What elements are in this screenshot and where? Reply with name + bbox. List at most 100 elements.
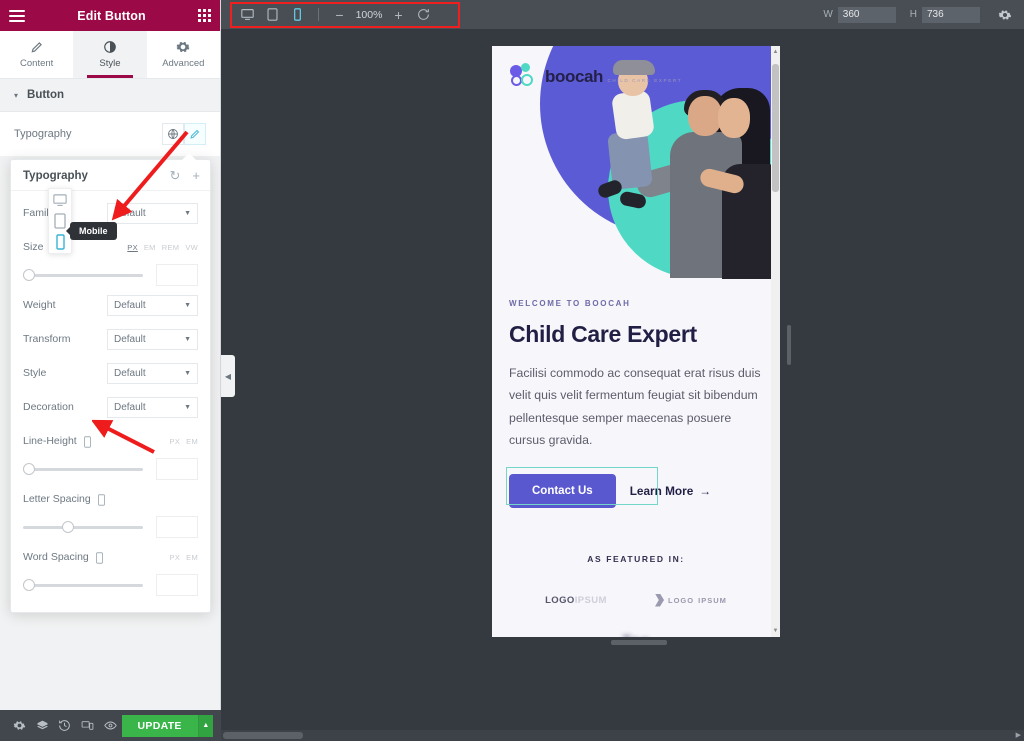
- mobile-icon[interactable]: [53, 234, 67, 250]
- mobile-icon[interactable]: [285, 0, 310, 29]
- chevron-down-icon: ▾: [14, 90, 19, 100]
- tab-advanced[interactable]: Advanced: [146, 31, 220, 78]
- logo-1-fade: IPSUM: [574, 594, 607, 606]
- letter-spacing-number-input[interactable]: [156, 516, 198, 538]
- font-family-value: Default: [114, 207, 146, 219]
- scrollbar-thumb[interactable]: [772, 64, 779, 192]
- preview-scrollbar[interactable]: ▲ ▼: [771, 46, 780, 637]
- size-slider[interactable]: [23, 267, 143, 283]
- desktop-icon[interactable]: [235, 0, 260, 29]
- word-spacing-slider[interactable]: [23, 577, 143, 593]
- scroll-up-arrow-icon[interactable]: ▲: [772, 48, 779, 56]
- viewport-width-resize-handle[interactable]: [787, 325, 791, 365]
- unit-px[interactable]: PX: [127, 243, 138, 252]
- hamburger-menu-icon[interactable]: [9, 9, 25, 22]
- typo-size-label: Size: [23, 241, 44, 253]
- height-label: H: [909, 9, 917, 20]
- plus-icon[interactable]: +: [192, 169, 200, 182]
- typo-row-word-spacing: Word Spacing PX EM: [23, 542, 198, 572]
- slider-knob[interactable]: [23, 579, 35, 591]
- width-input[interactable]: [837, 6, 896, 23]
- font-family-select[interactable]: Default ▼: [107, 202, 198, 224]
- eyebrow-text: WELCOME TO BOOCAH: [509, 299, 631, 308]
- typography-edit-pencil-icon[interactable]: [184, 123, 206, 145]
- word-spacing-number-input[interactable]: [156, 574, 198, 596]
- globe-icon[interactable]: [162, 123, 184, 145]
- unit-px[interactable]: PX: [170, 553, 181, 562]
- scrollbar-thumb[interactable]: [223, 732, 303, 739]
- unit-rem[interactable]: REM: [162, 243, 180, 252]
- device-selector-dropdown: [48, 188, 72, 254]
- viewport-height-resize-handle[interactable]: [611, 640, 667, 645]
- unit-em[interactable]: EM: [186, 437, 198, 446]
- tablet-icon[interactable]: [260, 0, 285, 29]
- line-height-number-input[interactable]: [156, 458, 198, 480]
- unit-em[interactable]: EM: [144, 243, 156, 252]
- typography-popover-header: Typography ↻ +: [11, 160, 210, 191]
- device-preview-switcher: − 100% +: [221, 0, 436, 29]
- typo-word-spacing-label: Word Spacing: [23, 551, 104, 564]
- line-height-slider[interactable]: [23, 461, 143, 477]
- as-featured-label: AS FEATURED IN:: [587, 553, 685, 564]
- font-style-select[interactable]: Default ▼: [107, 362, 198, 384]
- panel-footer: UPDATE ▲: [0, 710, 221, 741]
- hero-section: boocah CHILD CARE EXPERT: [492, 46, 780, 279]
- zoom-out-button[interactable]: −: [327, 0, 352, 29]
- section-button[interactable]: ▾ Button: [0, 79, 220, 112]
- unit-vw[interactable]: VW: [185, 243, 198, 252]
- letter-spacing-slider-row: [23, 516, 198, 538]
- typography-control-icons: [162, 123, 206, 145]
- tab-content[interactable]: Content: [0, 31, 74, 78]
- typo-decoration-label: Decoration: [23, 401, 74, 413]
- typo-weight-label: Weight: [23, 299, 56, 311]
- height-input[interactable]: [922, 6, 980, 23]
- mobile-icon[interactable]: [83, 436, 92, 448]
- brand-tagline: CHILD CARE EXPERT: [607, 77, 683, 83]
- grid-apps-icon[interactable]: [198, 9, 211, 22]
- slider-knob[interactable]: [62, 521, 74, 533]
- tab-style-label: Style: [99, 58, 121, 69]
- settings-gear-icon[interactable]: [8, 710, 31, 741]
- scroll-right-arrow-icon[interactable]: ▶: [1016, 731, 1021, 739]
- reset-icon[interactable]: ↻: [170, 169, 181, 182]
- tablet-icon[interactable]: [53, 213, 67, 229]
- featured-logos: LOGOIPSUM LOGO IPSUM: [509, 593, 763, 607]
- canvas-horizontal-scrollbar[interactable]: ▶: [221, 730, 1024, 741]
- desktop-icon[interactable]: [53, 193, 67, 207]
- panel-collapse-toggle[interactable]: ◀: [221, 355, 235, 397]
- chevron-down-icon: ▼: [184, 369, 191, 377]
- word-spacing-unit-switcher: PX EM: [170, 553, 198, 562]
- panel-tabs: Content Style Advanced: [0, 31, 220, 79]
- font-weight-select[interactable]: Default ▼: [107, 294, 198, 316]
- letter-spacing-text: Letter Spacing: [23, 493, 91, 505]
- responsive-mode-icon[interactable]: [76, 710, 99, 741]
- text-transform-select[interactable]: Default ▼: [107, 328, 198, 350]
- slider-knob[interactable]: [23, 463, 35, 475]
- reset-zoom-icon[interactable]: [411, 0, 436, 29]
- slider-track: [23, 583, 143, 587]
- line-height-unit-switcher: PX EM: [170, 437, 198, 446]
- unit-em[interactable]: EM: [186, 553, 198, 562]
- font-style-value: Default: [114, 367, 146, 379]
- tab-style[interactable]: Style: [73, 31, 147, 78]
- history-revisions-icon[interactable]: [53, 710, 76, 741]
- size-number-input[interactable]: [156, 264, 198, 286]
- gear-icon[interactable]: [994, 0, 1016, 29]
- unit-px[interactable]: PX: [170, 437, 181, 446]
- layers-navigator-icon[interactable]: [31, 710, 54, 741]
- letter-spacing-slider[interactable]: [23, 519, 143, 535]
- slider-knob[interactable]: [23, 269, 35, 281]
- site-logo[interactable]: boocah CHILD CARE EXPERT: [510, 63, 682, 91]
- preview-eye-icon[interactable]: [99, 710, 122, 741]
- update-options-caret-icon[interactable]: ▲: [197, 714, 214, 737]
- zoom-in-button[interactable]: +: [386, 0, 411, 29]
- scroll-down-arrow-icon[interactable]: ▼: [772, 627, 779, 635]
- viewport-width-field: W: [823, 6, 896, 23]
- update-button[interactable]: UPDATE: [121, 714, 198, 737]
- photo-woman-head-shape: [718, 98, 750, 138]
- elementor-editor: Edit Button Content Style Advanced ▾ But…: [0, 0, 1024, 741]
- mobile-icon[interactable]: [95, 552, 104, 564]
- mobile-icon[interactable]: [97, 494, 106, 506]
- text-decoration-select[interactable]: Default ▼: [107, 396, 198, 418]
- selected-widget-outline: [506, 466, 658, 505]
